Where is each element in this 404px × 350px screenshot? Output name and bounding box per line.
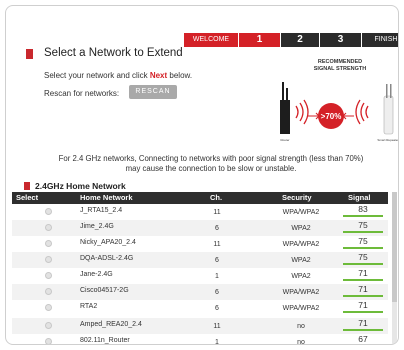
- router-icon: [280, 82, 290, 134]
- header-select: Select: [16, 193, 39, 202]
- signal-bar: [343, 231, 383, 233]
- graphic-heading-1: RECOMMENDED: [318, 59, 362, 65]
- select-radio[interactable]: [45, 208, 52, 215]
- rescan-label: Rescan for networks:: [44, 89, 120, 98]
- header-signal: Signal: [348, 193, 371, 202]
- section-title: 2.4GHz Home Network: [35, 181, 126, 191]
- table-row[interactable]: Nicky_APA20_2.4 11 WPA/WPA2 75: [12, 236, 388, 252]
- step-3: 3: [320, 33, 361, 47]
- repeater-icon: [383, 84, 394, 135]
- step-welcome: WELCOME: [184, 33, 238, 47]
- strength-value: >70%: [321, 112, 342, 121]
- select-radio[interactable]: [45, 240, 52, 247]
- instruction-text: Select your network and click Next below…: [44, 71, 193, 80]
- signal-bar: [343, 247, 383, 249]
- table-header: Select Home Network Ch. Security Signal: [12, 192, 388, 204]
- table-row[interactable]: Cisco04517-2G 6 WPA/WPA2 71: [12, 284, 388, 300]
- select-radio[interactable]: [45, 256, 52, 263]
- wizard-steps: WELCOME 1 2 3 FINISH: [184, 33, 398, 47]
- select-radio[interactable]: [45, 288, 52, 295]
- table-row[interactable]: DQA-ADSL-2.4G 6 WPA2 75: [12, 252, 388, 268]
- header-home-network: Home Network: [80, 193, 133, 202]
- select-radio[interactable]: [45, 322, 52, 329]
- signal-warning: For 2.4 GHz networks, Connecting to netw…: [58, 154, 364, 173]
- signal-bar: [343, 279, 383, 281]
- select-radio[interactable]: [45, 272, 52, 279]
- table-row[interactable]: Jane-2.4G 1 WPA2 71: [12, 268, 388, 284]
- step-1: 1: [239, 33, 280, 47]
- router-label: Router: [280, 138, 289, 142]
- page-title: Select a Network to Extend: [44, 47, 183, 59]
- network-table: Select Home Network Ch. Security Signal …: [12, 192, 397, 318]
- next-keyword: Next: [149, 71, 168, 80]
- step-finish: FINISH: [362, 33, 398, 47]
- table-row[interactable]: J_RTA15_2.4 11 WPA/WPA2 83: [12, 204, 388, 220]
- select-radio[interactable]: [45, 338, 52, 344]
- network-table-continued: Amped_REA20_2.4 11 no 71 802.11n_Router …: [12, 318, 397, 344]
- signal-bar: [343, 329, 383, 331]
- table-row[interactable]: 802.11n_Router 1 no 67: [12, 334, 388, 344]
- repeater-label: Smart Repeater: [377, 138, 398, 142]
- graphic-heading-2: SIGNAL STRENGTH: [314, 66, 366, 72]
- signal-strength-graphic: RECOMMENDED SIGNAL STRENGTH Router Smart…: [280, 59, 398, 142]
- table-scrollbar-thumb[interactable]: [392, 192, 397, 302]
- header-security: Security: [282, 193, 312, 202]
- table-row[interactable]: Jime_2.4G 6 WPA2 75: [12, 220, 388, 236]
- table-row[interactable]: Amped_REA20_2.4 11 no 71: [12, 318, 388, 334]
- signal-bar: [343, 263, 383, 265]
- title-accent: [26, 49, 33, 59]
- select-radio[interactable]: [45, 304, 52, 311]
- table-row[interactable]: RTA2 6 WPA/WPA2 71: [12, 300, 388, 316]
- setup-wizard-panel: WELCOME 1 2 3 FINISH Select a Network to…: [5, 5, 399, 345]
- rescan-button[interactable]: RESCAN: [129, 85, 177, 99]
- header-channel: Ch.: [210, 193, 223, 202]
- signal-bar: [343, 311, 383, 313]
- section-accent: [24, 182, 30, 190]
- step-2: 2: [281, 33, 319, 47]
- signal-bar: [343, 215, 383, 217]
- table-scrollbar-lower[interactable]: [392, 318, 397, 344]
- signal-bar: [343, 295, 383, 297]
- select-radio[interactable]: [45, 224, 52, 231]
